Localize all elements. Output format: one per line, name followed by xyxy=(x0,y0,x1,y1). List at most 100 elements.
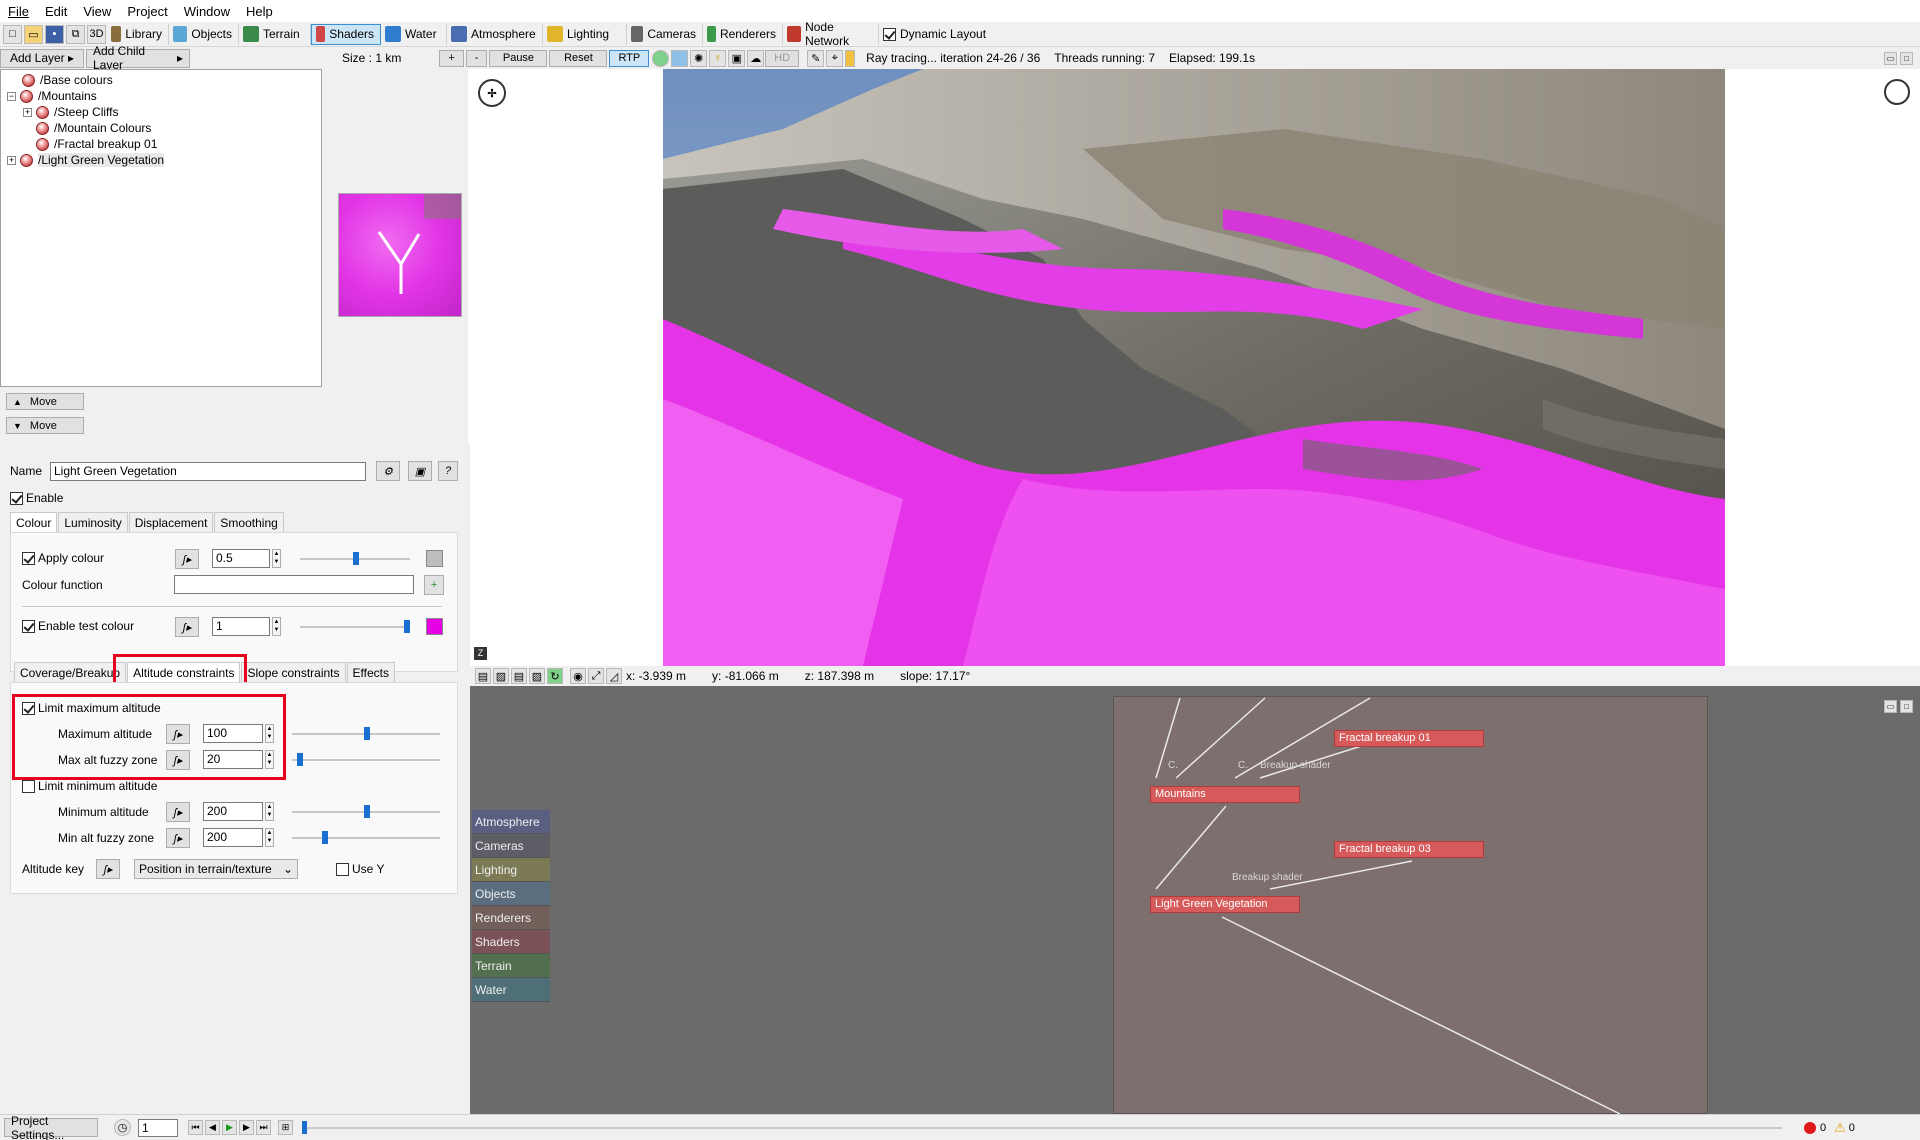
render-light-icon[interactable]: ♆ xyxy=(709,49,727,67)
apply-colour-spinner[interactable]: ▲ ▼ xyxy=(272,549,281,568)
keyframe-icon[interactable]: ⊞ xyxy=(278,1120,293,1135)
crop-icon[interactable]: ⌖ xyxy=(826,49,844,67)
render-cloud-icon[interactable]: ☁ xyxy=(747,49,765,67)
min-fuzzy-function-icon[interactable]: ʃ▸ xyxy=(166,828,190,848)
render-sphere-icon[interactable] xyxy=(652,49,670,67)
camera-alt-icon[interactable]: ▤ xyxy=(511,668,527,684)
timeline-track[interactable] xyxy=(302,1120,1782,1134)
eye-icon[interactable]: ◉ xyxy=(570,668,586,684)
new-file-icon[interactable]: □ xyxy=(3,24,22,44)
toolbar-tab-library[interactable]: Library xyxy=(107,23,169,45)
node-network-panel[interactable]: Fractal breakup 01 Mountains Fractal bre… xyxy=(470,686,1920,1114)
skip-end-icon[interactable]: ⏭ xyxy=(256,1120,271,1135)
rendered-terrain-image[interactable] xyxy=(663,69,1725,666)
colour-function-field[interactable] xyxy=(174,575,414,594)
node-category-lighting[interactable]: Lighting xyxy=(472,858,550,882)
altitude-key-function-icon[interactable]: ʃ▸ xyxy=(96,859,120,879)
node-category-shaders[interactable]: Shaders xyxy=(472,930,550,954)
node-category-terrain[interactable]: Terrain xyxy=(472,954,550,978)
tab-colour[interactable]: Colour xyxy=(10,512,58,532)
tab-smoothing[interactable]: Smoothing xyxy=(214,512,284,532)
render-3d-icon[interactable]: 3D xyxy=(87,24,106,44)
step-forward-icon[interactable]: ▶ xyxy=(239,1120,254,1135)
min-fuzzy-slider-knob[interactable] xyxy=(322,831,328,844)
render-viewport[interactable]: ✢ Z xyxy=(468,69,1920,666)
ruler-icon[interactable] xyxy=(845,49,856,67)
skip-start-icon[interactable]: ⏮ xyxy=(188,1120,203,1135)
zoom-plus-button[interactable]: + xyxy=(439,49,464,67)
limit-max-checkbox[interactable] xyxy=(22,702,35,715)
render-objects-icon[interactable]: ▣ xyxy=(728,49,746,67)
node-fractal-breakup-03[interactable]: Fractal breakup 03 xyxy=(1334,841,1484,858)
enable-checkbox[interactable] xyxy=(10,492,23,505)
min-alt-function-icon[interactable]: ʃ▸ xyxy=(166,802,190,822)
menu-file[interactable]: File xyxy=(0,4,37,19)
name-field[interactable]: Light Green Vegetation xyxy=(50,462,366,481)
node-category-cameras[interactable]: Cameras xyxy=(472,834,550,858)
move-up-button[interactable]: ▲ Move xyxy=(6,393,84,410)
tab-luminosity[interactable]: Luminosity xyxy=(58,512,128,532)
camera-picture-icon[interactable]: ▨ xyxy=(529,668,545,684)
toolbar-tab-terrain[interactable]: Terrain xyxy=(239,23,311,45)
enable-test-colour-checkbox[interactable] xyxy=(22,620,35,633)
brush-icon[interactable]: ✎ xyxy=(807,49,825,67)
use-y-checkbox[interactable] xyxy=(336,863,349,876)
max-fuzzy-function-icon[interactable]: ʃ▸ xyxy=(166,750,190,770)
toolbar-tab-objects[interactable]: Objects xyxy=(169,23,239,45)
menu-project[interactable]: Project xyxy=(119,4,175,19)
test-colour-value[interactable]: 1 xyxy=(212,617,270,636)
min-alt-slider-knob[interactable] xyxy=(364,805,370,818)
slope-icon[interactable]: ◿ xyxy=(606,668,622,684)
open-folder-icon[interactable]: ▭ xyxy=(24,24,43,44)
node-category-atmosphere[interactable]: Atmosphere xyxy=(472,810,550,834)
layer-tree-item[interactable]: + /Steep Cliffs xyxy=(23,104,118,120)
refresh-icon[interactable]: ↻ xyxy=(547,668,563,684)
add-layer-button[interactable]: Add Layer ▸ xyxy=(0,48,84,68)
expander-icon[interactable]: + xyxy=(23,107,32,117)
camera-image-icon[interactable]: ▨ xyxy=(493,668,509,684)
layer-tree-item[interactable]: /Mountain Colours xyxy=(23,120,151,136)
limit-min-checkbox[interactable] xyxy=(22,780,35,793)
max-fuzzy-value[interactable]: 20 xyxy=(203,750,263,769)
apply-colour-slider-knob[interactable] xyxy=(353,552,359,565)
toolbar-tab-atmosphere[interactable]: Atmosphere xyxy=(447,23,543,45)
apply-colour-value[interactable]: 0.5 xyxy=(212,549,270,568)
restore-nodes-icon[interactable]: ▭ xyxy=(1884,700,1897,713)
reset-button[interactable]: Reset xyxy=(549,49,608,67)
node-light-green-vegetation[interactable]: Light Green Vegetation xyxy=(1150,896,1300,913)
min-fuzzy-value[interactable]: 200 xyxy=(203,828,263,847)
render-water-icon[interactable] xyxy=(671,49,689,67)
timeline-knob[interactable] xyxy=(302,1120,307,1134)
fit-icon[interactable]: ⤢ xyxy=(588,668,604,684)
dynamic-layout-checkbox[interactable] xyxy=(883,27,896,41)
max-fuzzy-spinner[interactable]: ▲ ▼ xyxy=(265,750,274,769)
layer-tree-item[interactable]: /Base colours xyxy=(9,72,113,88)
min-alt-spinner[interactable]: ▲ ▼ xyxy=(265,802,274,821)
help-icon[interactable]: ? xyxy=(438,461,458,481)
save-icon[interactable]: ▪ xyxy=(45,24,64,44)
min-alt-value[interactable]: 200 xyxy=(203,802,263,821)
apply-colour-checkbox[interactable] xyxy=(22,552,35,565)
maximize-nodes-icon[interactable]: □ xyxy=(1900,700,1913,713)
zoom-minus-button[interactable]: - xyxy=(465,49,488,67)
test-colour-slider-track[interactable] xyxy=(300,626,410,628)
tab-effects[interactable]: Effects xyxy=(346,662,395,682)
altitude-key-dropdown[interactable]: Position in terrain/texture ⌄ xyxy=(134,859,298,879)
menu-view[interactable]: View xyxy=(75,4,119,19)
min-fuzzy-spinner[interactable]: ▲ ▼ xyxy=(265,828,274,847)
menu-window[interactable]: Window xyxy=(176,4,238,19)
layer-tree-item[interactable]: /Fractal breakup 01 xyxy=(23,136,157,152)
preview-icon[interactable]: ▣ xyxy=(408,461,432,481)
node-fractal-breakup-01[interactable]: Fractal breakup 01 xyxy=(1334,730,1484,747)
sun-settings-icon[interactable] xyxy=(1884,79,1910,105)
node-mountains[interactable]: Mountains xyxy=(1150,786,1300,803)
test-colour-function-icon[interactable]: ʃ▸ xyxy=(175,617,199,637)
move-down-button[interactable]: ▼ Move xyxy=(6,417,84,434)
render-atmo-icon[interactable]: ✺ xyxy=(690,49,708,67)
toolbar-tab-water[interactable]: Water xyxy=(381,23,447,45)
max-fuzzy-slider-track[interactable] xyxy=(292,759,440,761)
play-icon[interactable]: ▶ xyxy=(222,1120,237,1135)
tab-coverage-breakup[interactable]: Coverage/Breakup xyxy=(14,662,127,682)
toolbar-tab-node-network[interactable]: Node Network xyxy=(783,20,879,48)
toolbar-tab-cameras[interactable]: Cameras xyxy=(627,23,703,45)
